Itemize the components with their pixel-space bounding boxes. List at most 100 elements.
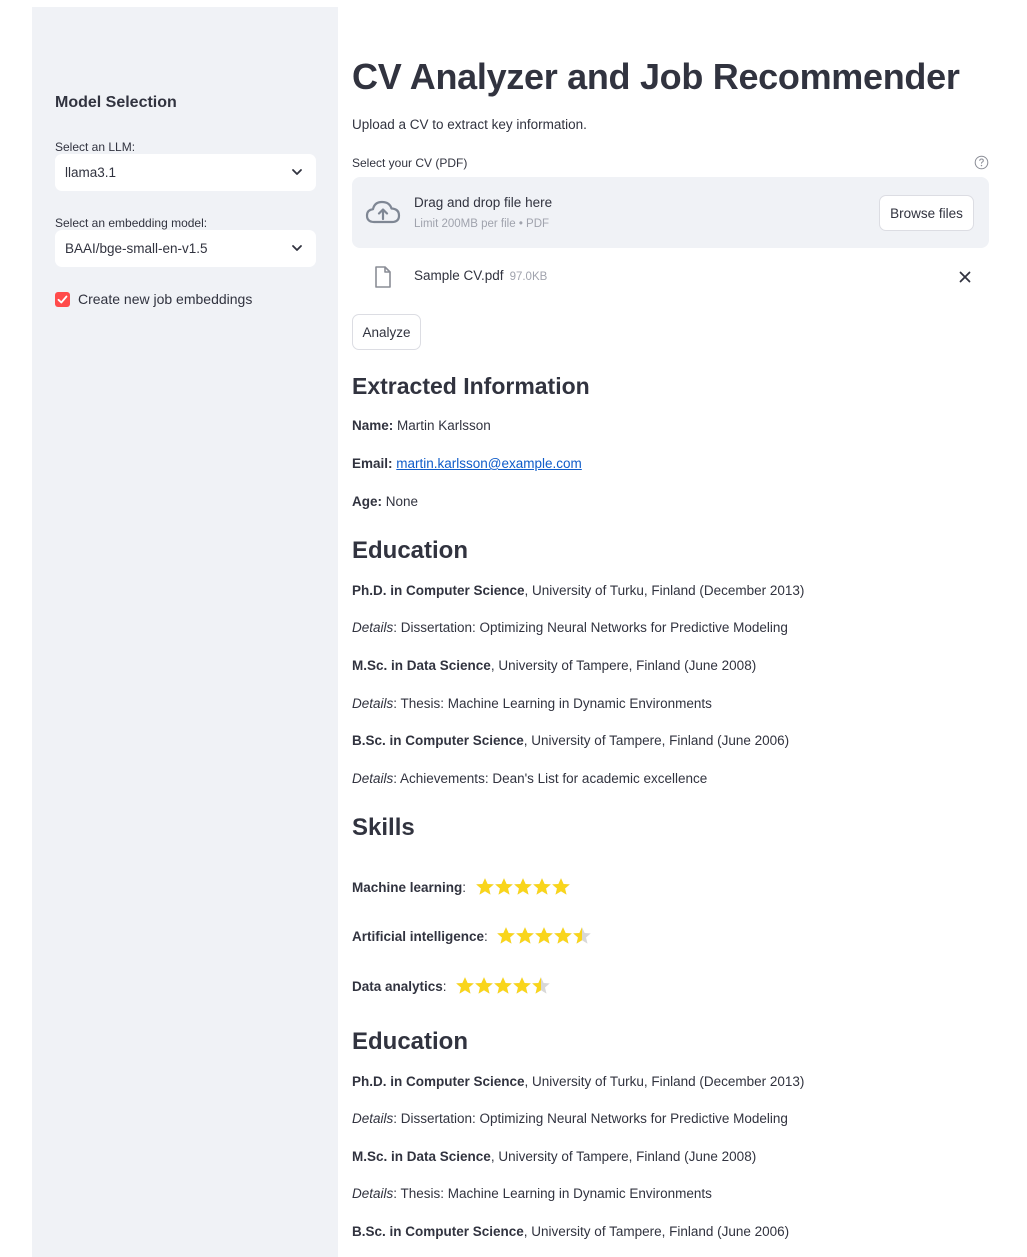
star-rating	[455, 976, 550, 996]
star-half-icon	[532, 977, 550, 994]
details-text: : Thesis: Machine Learning in Dynamic En…	[393, 696, 712, 711]
star-rating-icons	[456, 977, 550, 994]
details-text: : Dissertation: Optimizing Neural Networ…	[393, 1111, 788, 1126]
embedding-select-label: Select an embedding model:	[55, 216, 208, 230]
degree: M.Sc. in Data Science	[352, 658, 491, 673]
dropzone-title: Drag and drop file here	[414, 195, 553, 210]
degree: B.Sc. in Computer Science	[352, 733, 524, 748]
name-label: Name:	[352, 418, 394, 433]
age-field: Age: None	[352, 494, 418, 509]
cloud-upload-icon	[365, 200, 401, 224]
file-dropzone[interactable]: Drag and drop file here Limit 200MB per …	[352, 177, 989, 248]
details-text: : Dissertation: Optimizing Neural Networ…	[393, 620, 788, 635]
star-full-icon	[532, 878, 551, 895]
star-rating-icons	[497, 927, 592, 944]
create-embeddings-label: Create new job embeddings	[78, 291, 253, 307]
main-content: CV Analyzer and Job Recommender Upload a…	[352, 0, 992, 1257]
education-entry: Ph.D. in Computer Science, University of…	[352, 583, 804, 598]
intro-text: Upload a CV to extract key information.	[352, 117, 587, 132]
details-label: Details	[352, 1186, 394, 1201]
degree-institution: , University of Turku, Finland (December…	[524, 1074, 805, 1089]
help-icon[interactable]	[974, 155, 989, 170]
dropzone-limit: Limit 200MB per file • PDF	[414, 218, 550, 230]
uploader-label: Select your CV (PDF)	[352, 156, 468, 170]
degree-institution: , University of Tampere, Finland (June 2…	[490, 658, 757, 673]
details-label: Details	[352, 696, 394, 711]
name-field: Name: Martin Karlsson	[352, 418, 491, 433]
education-entry: B.Sc. in Computer Science, University of…	[352, 1224, 789, 1239]
close-icon[interactable]	[958, 270, 972, 284]
star-full-icon	[494, 977, 512, 994]
star-full-icon	[551, 878, 570, 895]
education-details: Details: Dissertation: Optimizing Neural…	[352, 1111, 788, 1126]
file-icon	[375, 266, 391, 288]
degree-institution: , University of Tampere, Finland (June 2…	[523, 733, 790, 748]
star-full-icon	[513, 878, 532, 895]
skill-name: Machine learning	[352, 879, 463, 895]
degree-institution: , University of Tampere, Finland (June 2…	[490, 1149, 757, 1164]
star-full-icon	[475, 878, 494, 895]
education-entry: Ph.D. in Computer Science, University of…	[352, 1074, 804, 1089]
llm-select-label: Select an LLM:	[55, 140, 136, 154]
skills-heading: Skills	[352, 814, 415, 841]
star-full-icon	[516, 927, 535, 944]
email-link[interactable]: martin.karlsson@example.com	[396, 456, 582, 471]
sidebar-title: Model Selection	[55, 94, 177, 111]
age-value: None	[385, 494, 419, 509]
skill-row: Data analytics:	[352, 976, 550, 1000]
education-details: Details: Thesis: Machine Learning in Dyn…	[352, 696, 712, 711]
degree-institution: , University of Turku, Finland (December…	[524, 583, 805, 598]
llm-select-value: llama3.1	[65, 165, 117, 180]
file-size: 97.0KB	[509, 271, 548, 283]
star-rating	[496, 926, 592, 946]
embedding-select[interactable]: BAAI/bge-small-en-v1.5	[55, 230, 316, 267]
degree-institution: , University of Tampere, Finland (June 2…	[523, 1224, 790, 1239]
degree: Ph.D. in Computer Science	[352, 1074, 525, 1089]
degree: Ph.D. in Computer Science	[352, 583, 525, 598]
extracted-info-heading: Extracted Information	[352, 373, 590, 399]
chevron-down-icon	[292, 245, 302, 251]
create-embeddings-checkbox[interactable]	[55, 292, 70, 307]
degree: B.Sc. in Computer Science	[352, 1224, 524, 1239]
page-title: CV Analyzer and Job Recommender	[352, 56, 960, 97]
uploaded-file: Sample CV.pdf 97.0KB	[352, 262, 989, 292]
name-value: Martin Karlsson	[397, 418, 491, 433]
checkmark-icon	[57, 295, 68, 304]
details-label: Details	[352, 771, 394, 786]
education-entry: B.Sc. in Computer Science, University of…	[352, 733, 789, 748]
star-full-icon	[494, 878, 513, 895]
education-heading: Education	[352, 537, 469, 564]
chevron-down-icon	[292, 169, 302, 175]
skill-name: Data analytics	[352, 978, 443, 994]
skill-name: Artificial intelligence	[352, 928, 485, 944]
education-heading-repeat: Education	[352, 1028, 469, 1055]
star-full-icon	[513, 977, 531, 994]
star-full-icon	[497, 927, 516, 944]
star-full-icon	[554, 927, 573, 944]
education-entry: M.Sc. in Data Science, University of Tam…	[352, 658, 756, 673]
age-label: Age:	[352, 494, 382, 509]
sidebar: Model Selection Select an LLM: llama3.1 …	[32, 7, 338, 1257]
email-field: Email: martin.karlsson@example.com	[352, 456, 582, 471]
embedding-select-value: BAAI/bge-small-en-v1.5	[65, 241, 208, 256]
education-details: Details: Achievements: Dean's List for a…	[352, 771, 707, 786]
details-label: Details	[352, 620, 394, 635]
star-full-icon	[456, 977, 474, 994]
details-text: : Achievements: Dean's List for academic…	[393, 771, 708, 786]
details-label: Details	[352, 1111, 394, 1126]
star-rating	[475, 877, 570, 897]
email-label: Email:	[352, 456, 393, 471]
star-full-icon	[475, 977, 493, 994]
details-text: : Thesis: Machine Learning in Dynamic En…	[393, 1186, 712, 1201]
skill-row: Artificial intelligence:	[352, 926, 592, 950]
degree: M.Sc. in Data Science	[352, 1149, 491, 1164]
star-full-icon	[535, 927, 554, 944]
llm-select[interactable]: llama3.1	[55, 154, 316, 191]
star-rating-icons	[475, 878, 570, 895]
education-entry: M.Sc. in Data Science, University of Tam…	[352, 1149, 756, 1164]
star-half-icon	[573, 927, 592, 944]
skill-row: Machine learning:	[352, 877, 570, 901]
education-details: Details: Dissertation: Optimizing Neural…	[352, 620, 788, 635]
browse-files-button[interactable]: Browse files	[879, 195, 974, 231]
analyze-button[interactable]: Analyze	[352, 314, 421, 350]
